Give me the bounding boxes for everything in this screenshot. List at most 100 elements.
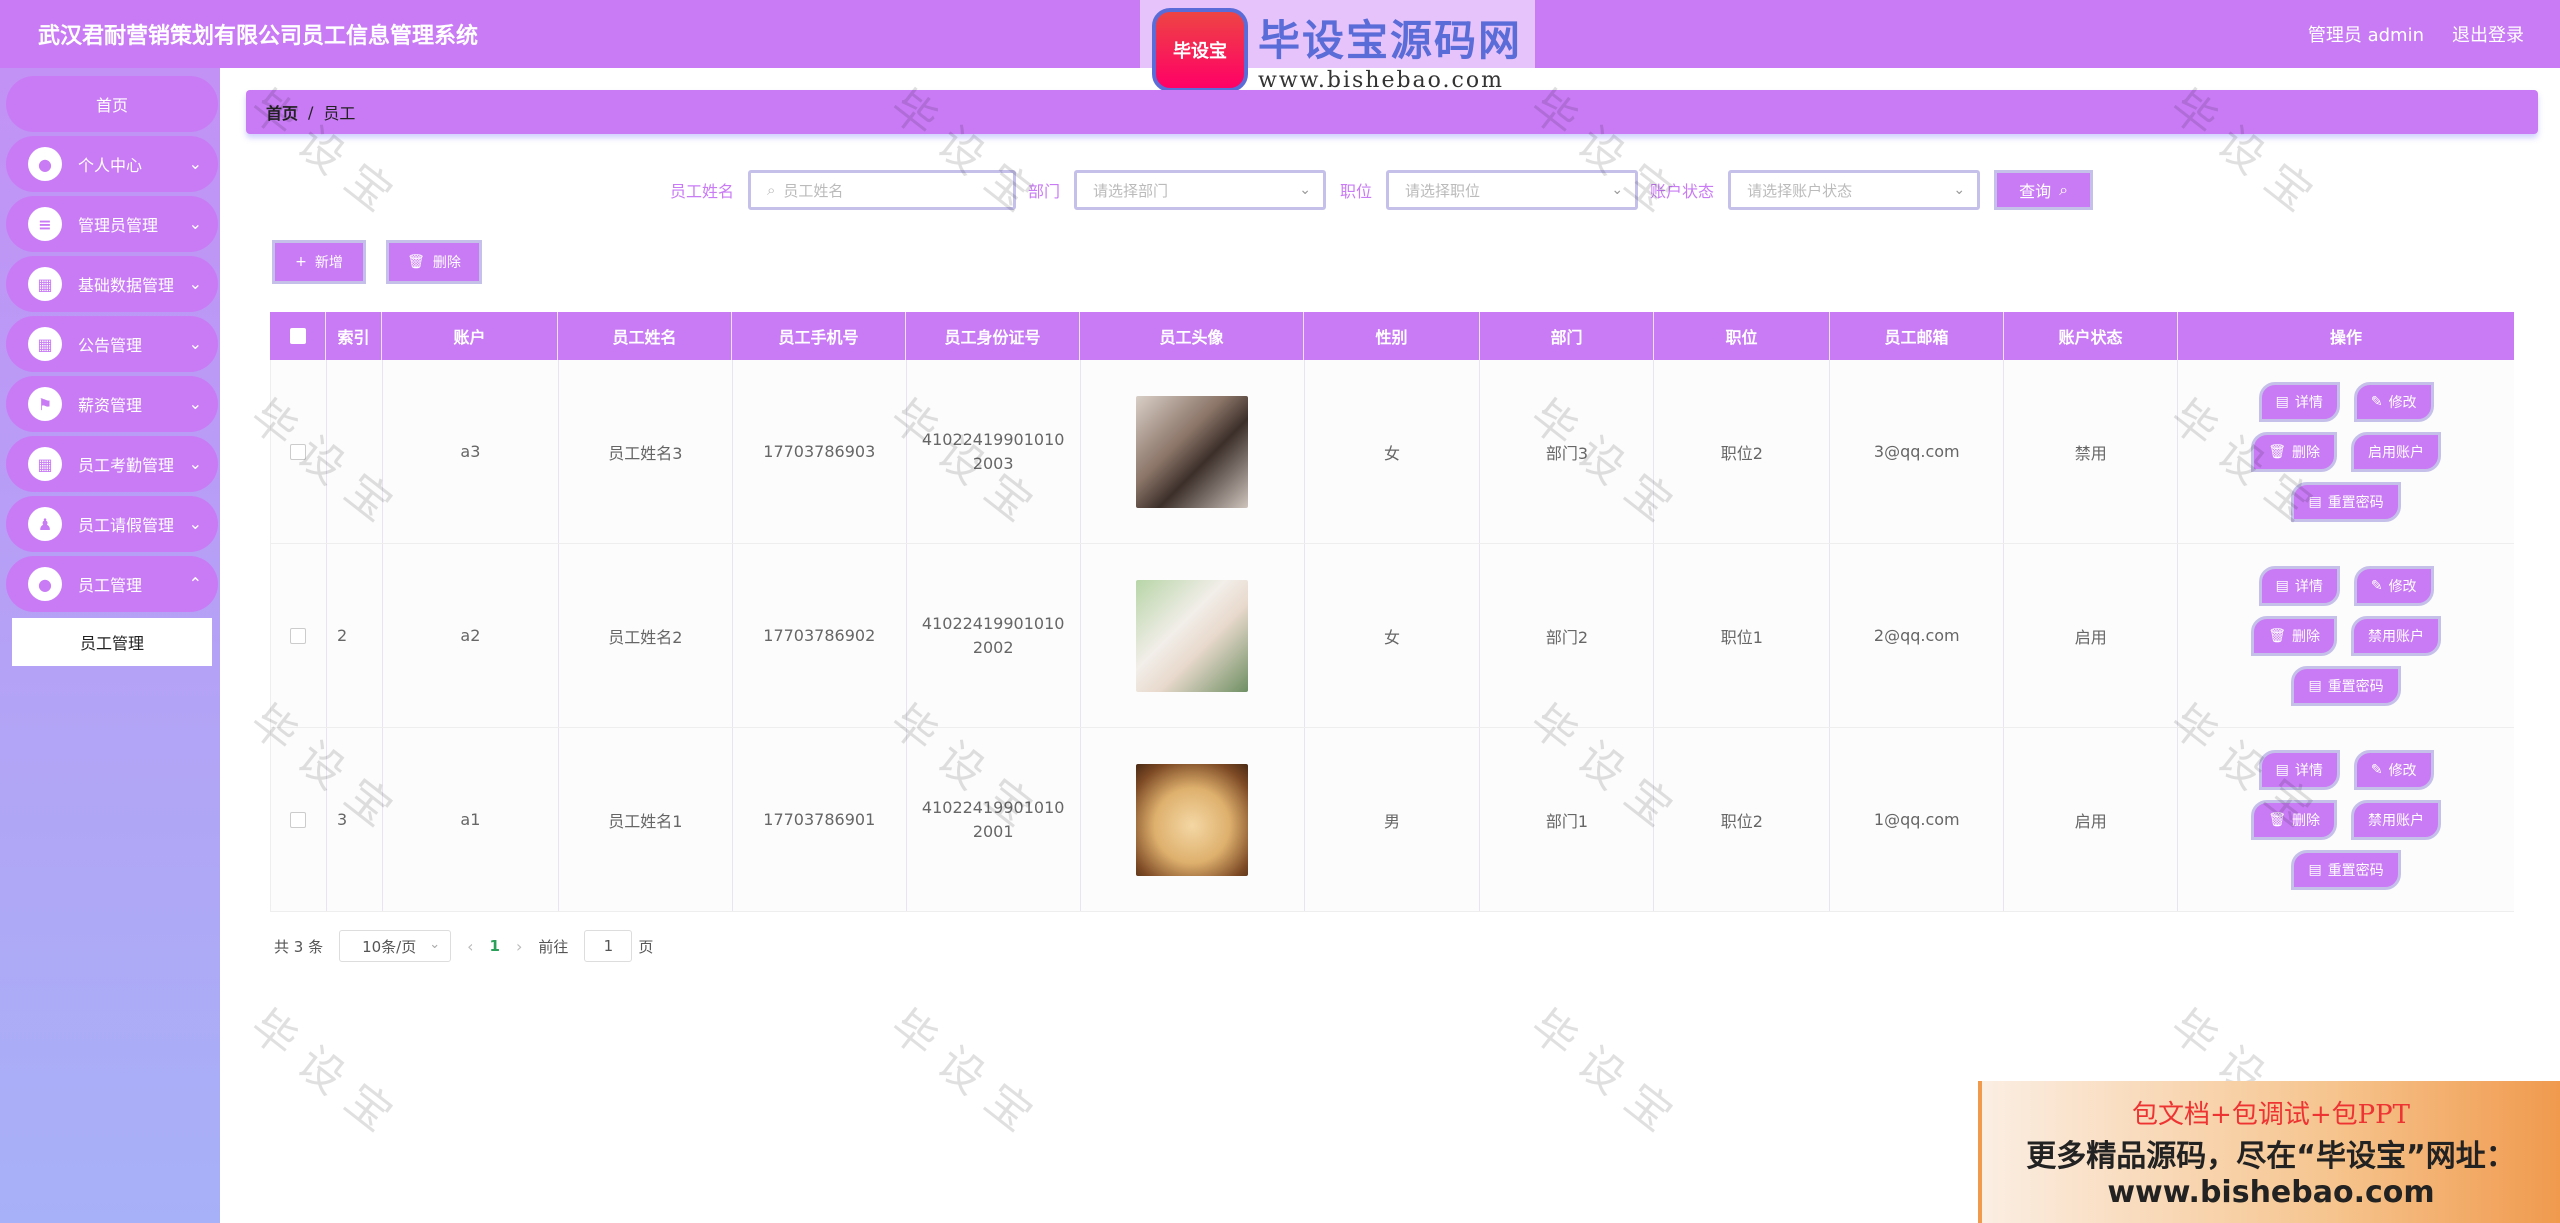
sidebar-item-notice[interactable]: ▦ 公告管理 ⌄ xyxy=(6,316,218,372)
detail-button[interactable]: ▤ 详情 xyxy=(2258,565,2340,606)
breadcrumb-home[interactable]: 首页 xyxy=(266,100,298,124)
name-filter-label: 员工姓名 xyxy=(670,182,735,201)
promo-banner[interactable]: 包文档+包调试+包PPT 更多精品源码，尽在“毕设宝”网址： www.bishe… xyxy=(1978,1081,2560,1223)
delete-button-label: 删除 xyxy=(2291,628,2320,645)
name-search-input[interactable]: ⌕ 员工姓名 xyxy=(748,170,1017,210)
add-button[interactable]: + 新增 xyxy=(272,240,366,284)
bulk-delete-button[interactable]: 🗑 删除 xyxy=(386,240,482,284)
next-page-button[interactable]: › xyxy=(516,937,522,956)
delete-button[interactable]: 🗑 删除 xyxy=(2251,431,2337,472)
cell-actions: ▤ 详情 ✎ 修改 🗑 删除 启用账户 ▤ 重置密码 xyxy=(2178,360,2514,543)
row-checkbox[interactable] xyxy=(290,443,307,460)
user-icon: ● xyxy=(28,147,62,181)
search-button-label: 查询 xyxy=(2019,182,2052,201)
cell-dept: 部门3 xyxy=(1480,360,1655,543)
cell-dept: 部门2 xyxy=(1480,544,1655,727)
sidebar-item-home[interactable]: 首页 xyxy=(6,76,218,132)
edit-button-label: 修改 xyxy=(2388,394,2417,411)
avatar-image[interactable] xyxy=(1136,763,1249,876)
chevron-down-icon: ⌄ xyxy=(1299,182,1312,198)
pencil-icon: ✎ xyxy=(2370,761,2383,778)
sidebar-item-employee[interactable]: ● 员工管理 ⌃ xyxy=(6,556,218,612)
logout-link[interactable]: 退出登录 xyxy=(2452,21,2524,47)
row-checkbox-cell[interactable] xyxy=(271,360,327,543)
sidebar-item-admin-management[interactable]: ≡ 管理员管理 ⌄ xyxy=(6,196,218,252)
chevron-down-icon: ⌄ xyxy=(188,154,202,173)
cell-name: 员工姓名2 xyxy=(559,544,733,727)
position-select-placeholder: 请选择职位 xyxy=(1405,181,1481,200)
sidebar-item-personal-center[interactable]: ● 个人中心 ⌄ xyxy=(6,136,218,192)
cell-status: 启用 xyxy=(2004,544,2179,727)
page-size-select[interactable]: 10条/页 ⌄ xyxy=(339,930,452,962)
detail-button[interactable]: ▤ 详情 xyxy=(2258,381,2340,422)
header-account: 账户 xyxy=(382,312,558,360)
row-checkbox[interactable] xyxy=(290,811,307,828)
avatar-image[interactable] xyxy=(1136,395,1249,508)
delete-button[interactable]: 🗑 删除 xyxy=(2251,799,2337,840)
toggle-account-button[interactable]: 启用账户 xyxy=(2350,431,2441,472)
toggle-account-button[interactable]: 禁用账户 xyxy=(2350,615,2441,656)
search-button[interactable]: 查询 ⌕ xyxy=(1994,170,2094,210)
table-header: 索引 账户 员工姓名 员工手机号 员工身份证号 员工头像 性别 部门 职位 员工… xyxy=(270,312,2514,360)
cell-id-card: 410224199010102002 xyxy=(921,613,1065,657)
reset-password-button[interactable]: ▤ 重置密码 xyxy=(2291,665,2401,706)
sidebar-item-label: 员工考勤管理 xyxy=(78,456,175,475)
current-page[interactable]: 1 xyxy=(490,937,500,955)
header-gender: 性别 xyxy=(1304,312,1480,360)
chevron-down-icon: ⌄ xyxy=(188,334,202,353)
sidebar-item-leave[interactable]: ♟ 员工请假管理 ⌄ xyxy=(6,496,218,552)
search-bar: 员工姓名 ⌕ 员工姓名 部门 请选择部门 ⌄ 职位 请选择职位 ⌄ 账户状态 请… xyxy=(670,170,2094,210)
header-actions: 操作 xyxy=(2329,328,2362,347)
cell-index xyxy=(327,360,383,543)
sidebar-item-salary[interactable]: ⚑ 薪资管理 ⌄ xyxy=(6,376,218,432)
cell-index: 2 xyxy=(327,544,383,727)
reset-password-button[interactable]: ▤ 重置密码 xyxy=(2291,849,2401,890)
detail-button[interactable]: ▤ 详情 xyxy=(2258,749,2340,790)
goto-label: 前往 xyxy=(538,937,569,956)
sidebar-item-label: 薪资管理 xyxy=(78,396,143,415)
cell-account: a1 xyxy=(383,728,559,911)
avatar-image[interactable] xyxy=(1136,579,1249,692)
toggle-account-button[interactable]: 禁用账户 xyxy=(2350,799,2441,840)
doc-icon: ▤ xyxy=(2308,861,2322,878)
row-checkbox[interactable] xyxy=(290,627,307,644)
header-position: 职位 xyxy=(1654,312,1830,360)
select-all-checkbox-cell[interactable] xyxy=(270,312,326,360)
row-checkbox-cell[interactable] xyxy=(271,728,327,911)
dept-select[interactable]: 请选择部门 ⌄ xyxy=(1074,170,1327,210)
row-actions: ▤ 详情 ✎ 修改 🗑 删除 启用账户 ▤ 重置密码 xyxy=(2236,381,2456,522)
prev-page-button[interactable]: ‹ xyxy=(467,937,473,956)
trash-icon: 🗑 xyxy=(2268,627,2286,644)
delete-button[interactable]: 🗑 删除 xyxy=(2251,615,2337,656)
reset-password-button[interactable]: ▤ 重置密码 xyxy=(2291,481,2401,522)
logo-text: 毕设宝源码网 www.bishebao.com xyxy=(1258,7,1522,93)
add-button-label: 新增 xyxy=(314,255,343,271)
sidebar-item-attendance[interactable]: ▦ 员工考勤管理 ⌄ xyxy=(6,436,218,492)
position-select[interactable]: 请选择职位 ⌄ xyxy=(1386,170,1639,210)
admin-user-label[interactable]: 管理员 admin xyxy=(2308,21,2424,47)
logo-badge: 毕设宝 xyxy=(1152,8,1248,92)
cell-actions: ▤ 详情 ✎ 修改 🗑 删除 禁用账户 ▤ 重置密码 xyxy=(2178,728,2514,911)
detail-button-label: 详情 xyxy=(2294,762,2323,779)
trash-icon: 🗑 xyxy=(407,254,425,270)
watermark-text: 毕设宝 xyxy=(1520,1000,1694,1152)
edit-button[interactable]: ✎ 修改 xyxy=(2353,381,2434,422)
goto-page-input[interactable]: 1 xyxy=(584,930,633,962)
pencil-icon: ✎ xyxy=(2370,577,2383,594)
flag-icon: ⚑ xyxy=(28,387,62,421)
edit-button[interactable]: ✎ 修改 xyxy=(2353,565,2434,606)
cell-gender: 男 xyxy=(1305,728,1481,911)
row-checkbox-cell[interactable] xyxy=(271,544,327,727)
select-all-checkbox[interactable] xyxy=(289,328,306,344)
chevron-down-icon: ⌄ xyxy=(1611,182,1624,198)
doc-icon: ▤ xyxy=(2275,577,2289,594)
cell-name: 员工姓名1 xyxy=(559,728,733,911)
status-select[interactable]: 请选择账户状态 ⌄ xyxy=(1728,170,1981,210)
sidebar-subitem-employee-management[interactable]: 员工管理 xyxy=(12,618,212,666)
edit-button[interactable]: ✎ 修改 xyxy=(2353,749,2434,790)
dept-filter-label: 部门 xyxy=(1028,182,1061,201)
pagination: 共 3 条 10条/页 ⌄ ‹ 1 › 前往 1 页 xyxy=(274,930,653,962)
chevron-down-icon: ⌄ xyxy=(188,394,202,413)
sidebar-item-basic-data[interactable]: ▦ 基础数据管理 ⌄ xyxy=(6,256,218,312)
promo-line-2: 更多精品源码，尽在“毕设宝”网址： xyxy=(2026,1139,2516,1174)
